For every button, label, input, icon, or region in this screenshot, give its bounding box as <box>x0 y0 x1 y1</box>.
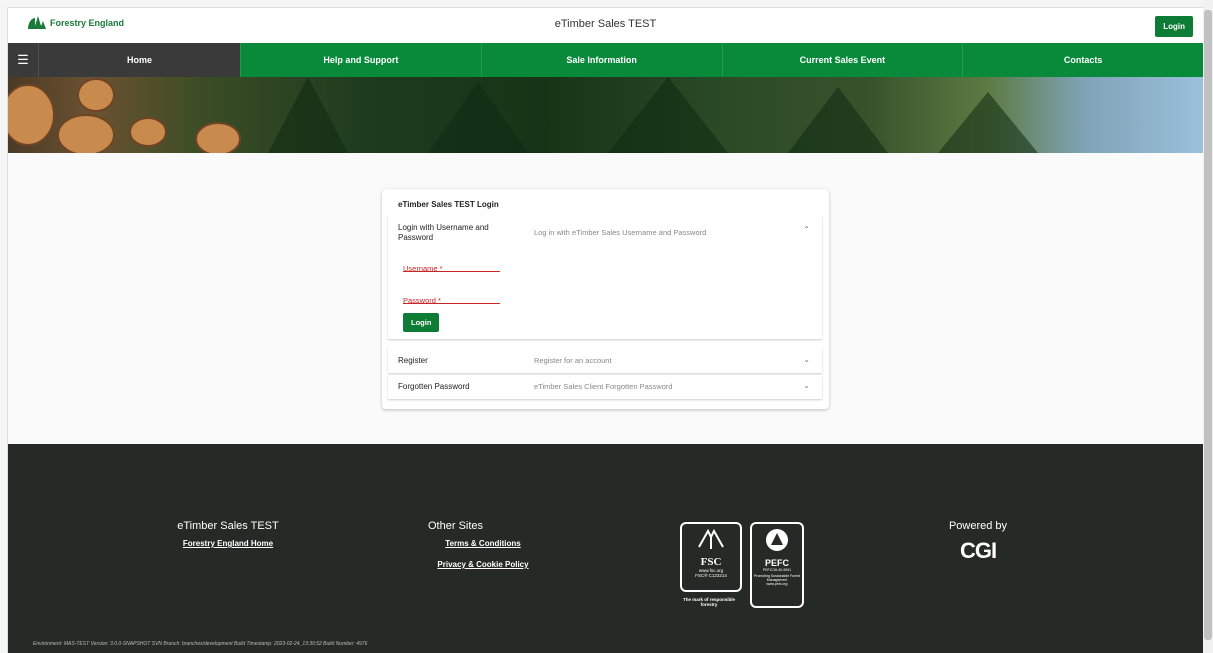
chevron-down-icon[interactable]: ⌄ <box>803 381 810 390</box>
scrollbar-thumb[interactable] <box>1204 10 1212 640</box>
forest-banner-image <box>8 77 1203 153</box>
username-field[interactable]: Username * <box>403 258 500 273</box>
pefc-tagline: Promoting Sustainable Forest Management <box>753 574 801 582</box>
fsc-tagline: The mark of responsible forestry <box>682 597 735 607</box>
cgi-logo[interactable]: CGI <box>923 538 1033 564</box>
fsc-name: FSC <box>700 556 722 568</box>
footer-col-powered: Powered by CGI <box>923 520 1033 564</box>
password-label: Password * <box>403 296 441 305</box>
login-button[interactable]: Login <box>403 313 440 332</box>
forgotten-password-desc: eTimber Sales Client Forgotten Password <box>534 382 673 391</box>
privacy-cookie-policy-link[interactable]: Privacy & Cookie Policy <box>428 560 538 569</box>
login-card: eTimber Sales TEST Login Login with User… <box>382 189 829 409</box>
pefc-logo: PEFC PEFC/16-40-9001 Promoting Sustainab… <box>750 522 804 608</box>
footer-site-title: eTimber Sales TEST <box>177 520 279 532</box>
nav-current-sales-event[interactable]: Current Sales Event <box>721 43 963 77</box>
forgotten-password-panel[interactable]: Forgotten Password eTimber Sales Client … <box>388 375 822 399</box>
footer-col-other-sites: Other Sites Terms & Conditions Privacy &… <box>428 520 538 569</box>
main-nav: ☰ Home Help and Support Sale Information… <box>8 43 1203 77</box>
login-panel: Login with Username and Password Log in … <box>388 215 822 339</box>
footer-col-site: eTimber Sales TEST Forestry England Home <box>173 520 283 548</box>
pefc-globe-icon <box>766 529 788 551</box>
login-card-title: eTimber Sales TEST Login <box>398 200 499 209</box>
pefc-name: PEFC <box>764 558 789 568</box>
chevron-down-icon[interactable]: ⌄ <box>803 355 810 364</box>
username-label: Username * <box>403 264 443 273</box>
forgotten-password-title: Forgotten Password <box>398 382 470 391</box>
terms-conditions-link[interactable]: Terms & Conditions <box>428 539 538 548</box>
fsc-tree-icon <box>698 528 724 549</box>
register-panel-desc: Register for an account <box>534 356 612 365</box>
top-header: Forestry England eTimber Sales TEST Logi… <box>8 8 1203 44</box>
login-panel-title[interactable]: Login with Username and Password <box>398 223 508 243</box>
header-login-button[interactable]: Login <box>1155 16 1193 37</box>
powered-by-label: Powered by <box>948 520 1008 532</box>
login-panel-desc: Log in with eTimber Sales Username and P… <box>534 228 707 237</box>
nav-contacts[interactable]: Contacts <box>962 43 1203 77</box>
app-title: eTimber Sales TEST <box>554 18 657 30</box>
nav-help-support[interactable]: Help and Support <box>240 43 481 77</box>
password-field[interactable]: Password * <box>403 290 500 305</box>
chevron-up-icon[interactable]: ⌃ <box>803 225 810 234</box>
app-frame: Forestry England eTimber Sales TEST Logi… <box>8 8 1203 653</box>
pefc-url: www.pefc.org <box>766 582 788 586</box>
nav-sale-information[interactable]: Sale Information <box>480 43 722 77</box>
other-sites-title: Other Sites <box>428 520 484 532</box>
footer: eTimber Sales TEST Forestry England Home… <box>8 444 1203 653</box>
pefc-code: PEFC/16-40-9001 <box>762 568 792 572</box>
fsc-logo: FSC www.fsc.org FSC® C123214 <box>680 522 742 592</box>
register-panel-title: Register <box>398 356 428 365</box>
environment-info: Environment: MAS-TEST Version: 3.0.0-SNA… <box>33 641 368 647</box>
fsc-code: FSC® C123214 <box>695 573 727 578</box>
hamburger-menu-icon[interactable]: ☰ <box>8 43 38 77</box>
forestry-england-home-link[interactable]: Forestry England Home <box>173 539 283 548</box>
register-panel[interactable]: Register Register for an account ⌄ <box>388 347 822 373</box>
page-scrollbar[interactable] <box>1203 0 1213 653</box>
nav-home[interactable]: Home <box>38 43 240 77</box>
